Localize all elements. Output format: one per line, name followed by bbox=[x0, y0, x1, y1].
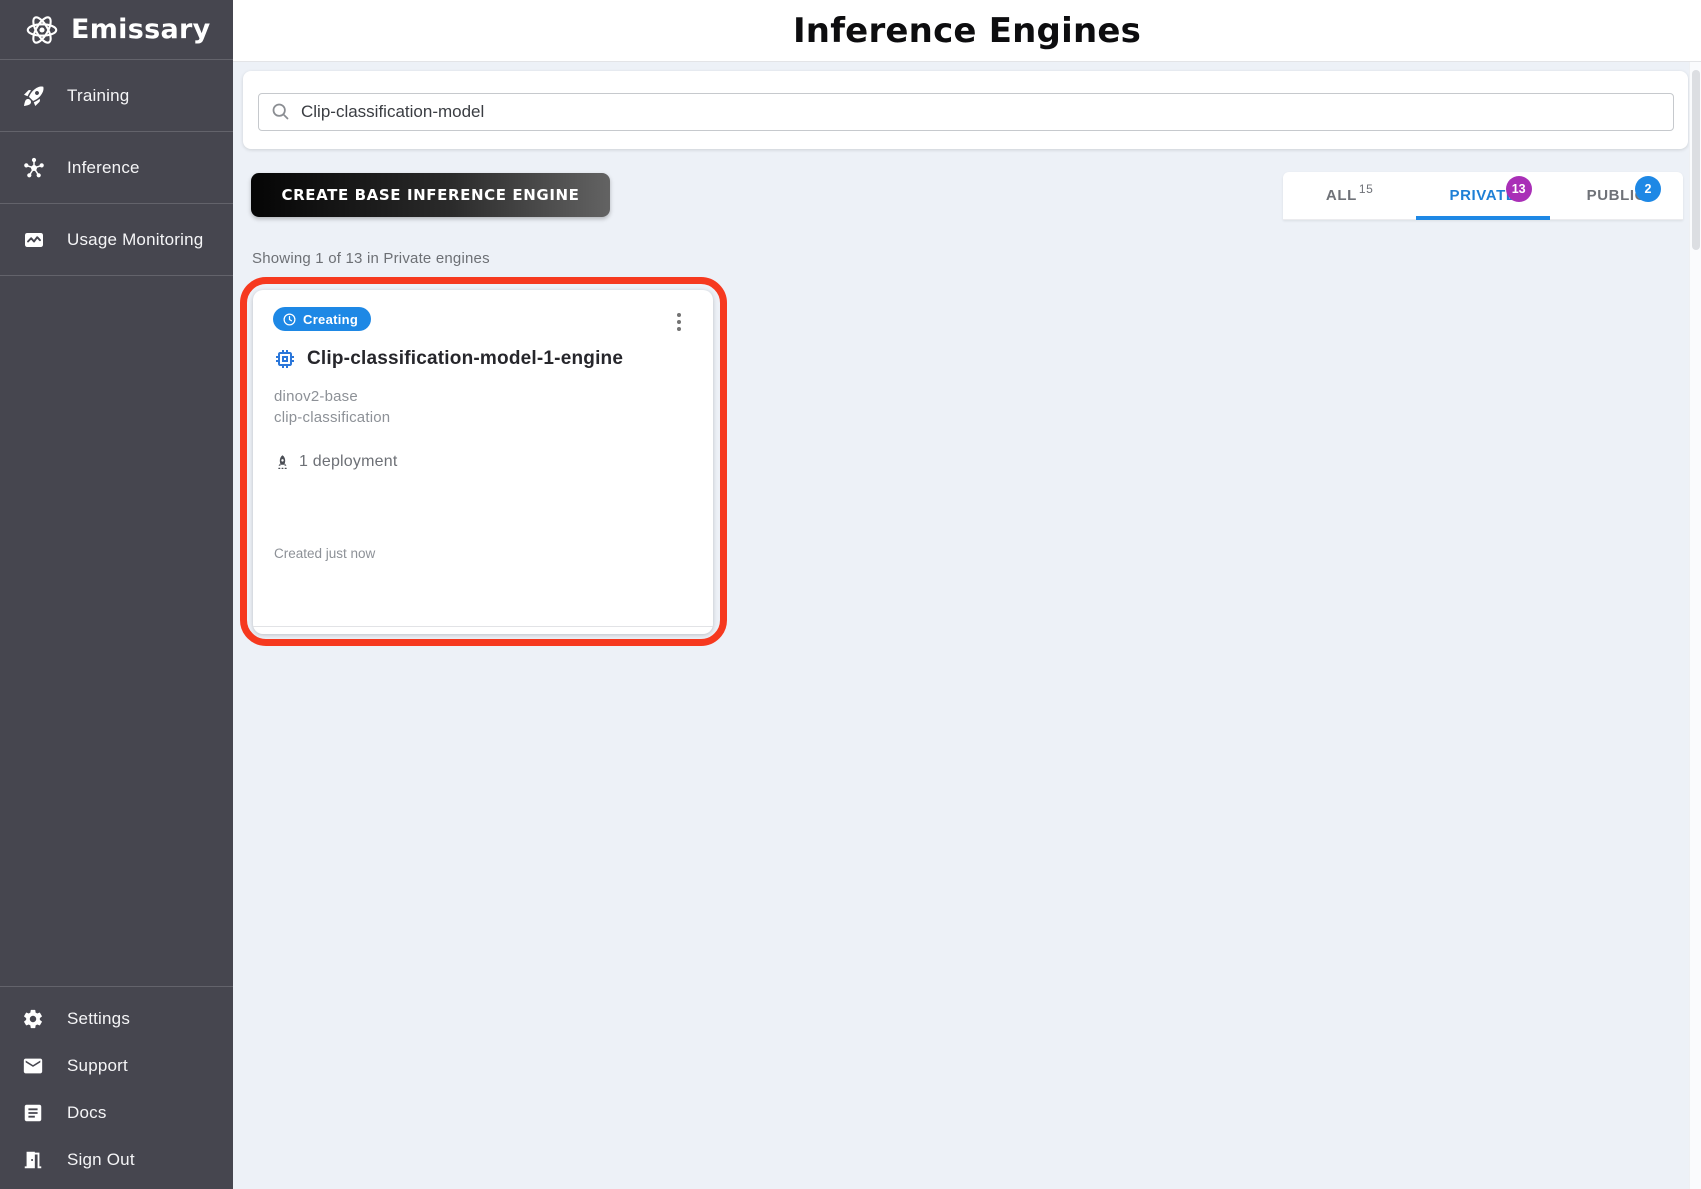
created-timestamp: Created just now bbox=[274, 546, 376, 561]
page-title: Inference Engines bbox=[792, 10, 1142, 51]
rocket-icon bbox=[274, 454, 291, 471]
engine-card[interactable]: Creating Clip-classification-model-1-eng… bbox=[253, 290, 713, 634]
scrollbar-thumb[interactable] bbox=[1692, 70, 1700, 250]
engine-title-row: Clip-classification-model-1-engine bbox=[273, 347, 623, 371]
card-footer-divider bbox=[253, 626, 713, 627]
sidebar-item-label: Training bbox=[67, 85, 130, 105]
engine-base-model: dinov2-base bbox=[274, 388, 358, 405]
status-badge-label: Creating bbox=[303, 311, 359, 327]
sidebar-item-label: Usage Monitoring bbox=[67, 229, 204, 249]
sidebar-item-sign-out[interactable]: Sign Out bbox=[0, 1136, 233, 1183]
tab-count: 15 bbox=[1358, 181, 1374, 196]
sidebar-item-label: Support bbox=[67, 1055, 128, 1075]
card-status-row: Creating bbox=[273, 307, 687, 335]
scrollbar-track bbox=[1689, 62, 1701, 1189]
deployments-label: 1 deployment bbox=[299, 453, 398, 470]
chip-icon bbox=[273, 347, 297, 371]
kebab-menu-icon[interactable] bbox=[671, 309, 687, 335]
engine-visibility-tabs: ALL 15 PRIVATE 13 PUBLIC 2 bbox=[1283, 172, 1683, 220]
sidebar-item-docs[interactable]: Docs bbox=[0, 1089, 233, 1136]
sidebar-item-label: Inference bbox=[67, 157, 140, 177]
rocket-icon bbox=[22, 84, 46, 108]
engine-meta: dinov2-base clip-classification bbox=[274, 386, 390, 428]
search-box bbox=[258, 93, 1674, 131]
docs-icon bbox=[22, 1102, 44, 1124]
app-logo[interactable]: Emissary bbox=[0, 0, 233, 60]
sidebar: Emissary Training Inference Usage Monito… bbox=[0, 0, 233, 1189]
create-base-inference-engine-button[interactable]: CREATE BASE INFERENCE ENGINE bbox=[251, 173, 610, 217]
search-icon bbox=[270, 101, 291, 122]
sidebar-item-usage-monitoring[interactable]: Usage Monitoring bbox=[0, 204, 233, 276]
engine-task: clip-classification bbox=[274, 409, 391, 426]
mail-icon bbox=[22, 1055, 44, 1077]
tab-public[interactable]: PUBLIC 2 bbox=[1550, 172, 1683, 219]
sidebar-item-label: Docs bbox=[67, 1102, 107, 1122]
tab-label: ALL bbox=[1325, 187, 1357, 204]
sidebar-item-settings[interactable]: Settings bbox=[0, 995, 233, 1042]
tab-count-badge: 2 bbox=[1634, 176, 1661, 202]
monitoring-icon bbox=[22, 228, 46, 252]
sidebar-item-label: Sign Out bbox=[67, 1149, 135, 1169]
brand-name: Emissary bbox=[71, 14, 211, 45]
search-input[interactable] bbox=[258, 93, 1674, 131]
gear-icon bbox=[22, 1008, 44, 1030]
status-badge: Creating bbox=[273, 307, 372, 331]
clock-icon bbox=[282, 312, 297, 327]
sign-out-icon bbox=[22, 1149, 44, 1171]
search-card bbox=[243, 71, 1688, 149]
sidebar-item-training[interactable]: Training bbox=[0, 60, 233, 132]
sidebar-item-inference[interactable]: Inference bbox=[0, 132, 233, 204]
tab-count-badge: 13 bbox=[1505, 176, 1532, 202]
tab-private[interactable]: PRIVATE 13 bbox=[1416, 172, 1550, 220]
main-area: Inference Engines CREATE BASE INFERENCE … bbox=[233, 0, 1701, 1189]
engine-name: Clip-classification-model-1-engine bbox=[307, 348, 624, 369]
sidebar-item-label: Settings bbox=[67, 1008, 131, 1028]
tab-all[interactable]: ALL 15 bbox=[1283, 172, 1416, 219]
sidebar-footer: Settings Support Docs Sign Out bbox=[0, 986, 233, 1189]
hub-icon bbox=[22, 156, 46, 180]
emissary-logo-icon bbox=[24, 12, 60, 48]
results-summary: Showing 1 of 13 in Private engines bbox=[252, 250, 490, 267]
sidebar-item-support[interactable]: Support bbox=[0, 1042, 233, 1089]
page-header: Inference Engines bbox=[233, 0, 1701, 62]
deployments-row: 1 deployment bbox=[274, 453, 397, 471]
